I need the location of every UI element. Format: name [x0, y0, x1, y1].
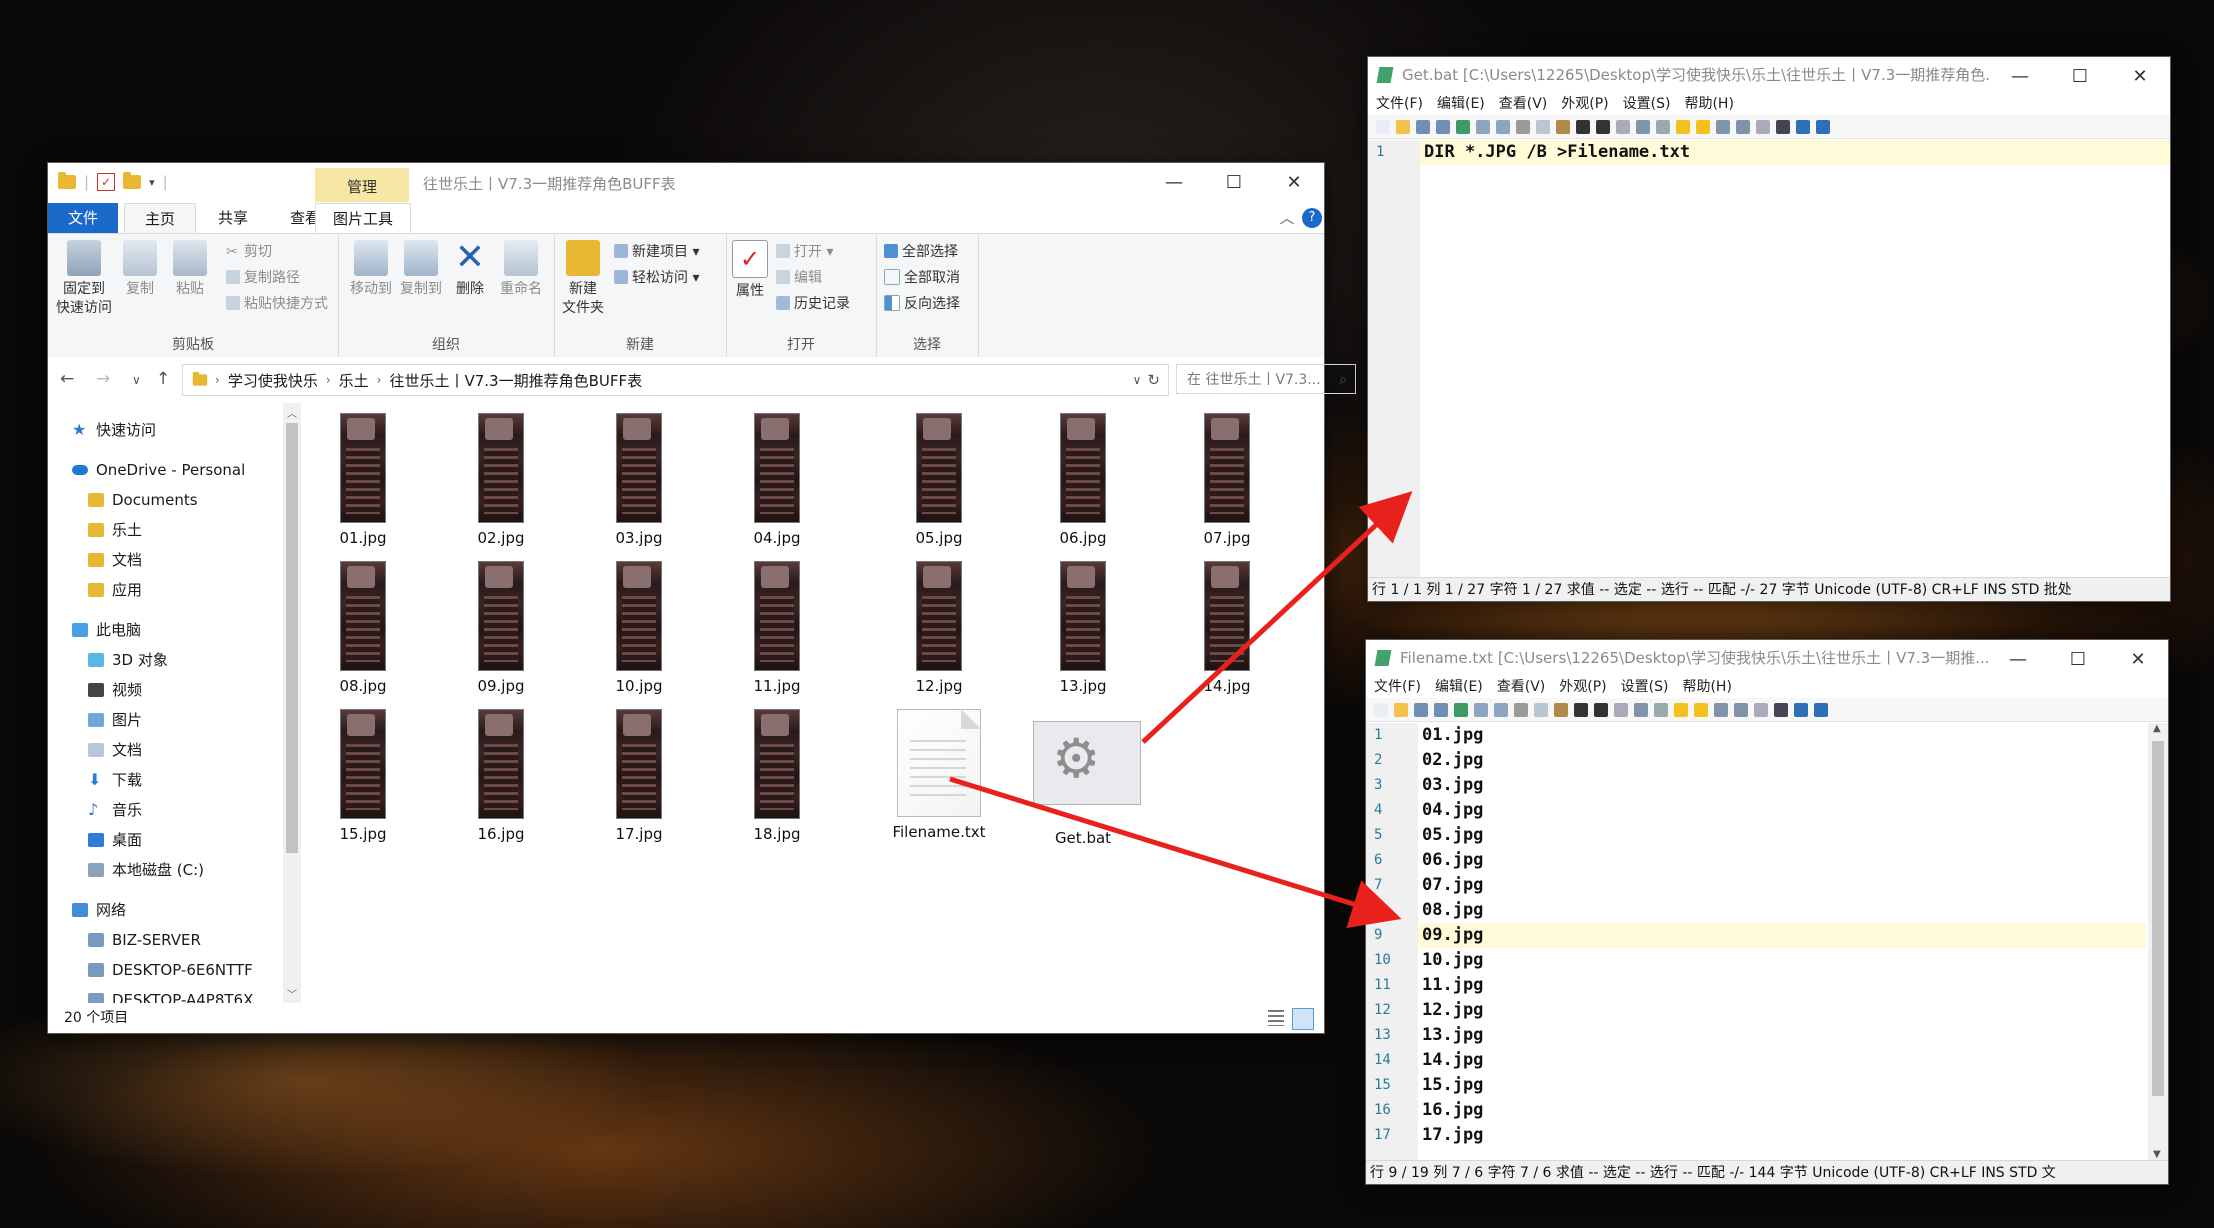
arrow-bat-to-getbat	[1141, 491, 1413, 744]
annotation-arrows	[949, 491, 1413, 929]
arrow-txt-to-filename	[949, 776, 1402, 929]
